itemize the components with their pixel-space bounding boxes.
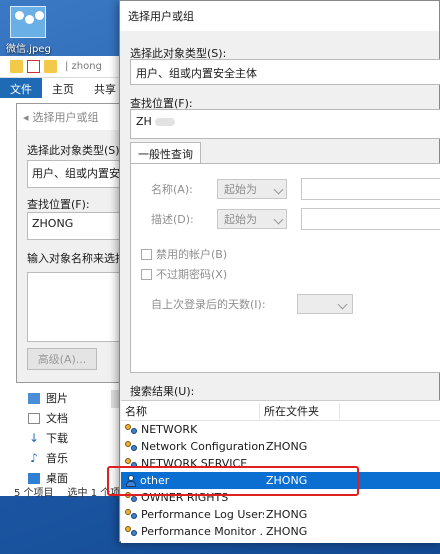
dialog-title: 选择用户或组	[32, 111, 99, 124]
description-label: 描述(D):	[151, 213, 194, 226]
location-label: 查找位置(F):	[27, 198, 90, 211]
no-expire-password-label: 不过期密码(X)	[156, 268, 228, 281]
nav-item-label: 图片	[46, 392, 68, 405]
window-path: | zhong	[65, 61, 102, 72]
name-operator-select[interactable]: 起始为	[217, 179, 287, 199]
result-name-cell: Performance Log Users	[121, 508, 264, 521]
result-name-cell: NETWORK	[121, 423, 264, 436]
location-field: ZHONG	[27, 212, 127, 240]
desktop-file-icon[interactable]: 微信.jpeg	[6, 6, 51, 55]
days-since-login-label: 自上次登录后的天数(I):	[151, 298, 266, 311]
select-users-dialog: 选择用户或组 选择此对象类型(S): 用户、组或内置安全主体 查找位置(F): …	[119, 0, 440, 543]
image-thumbnail-icon	[10, 6, 46, 38]
column-folder[interactable]: 所在文件夹	[260, 402, 340, 419]
nav-item-music[interactable]: ♪ 音乐	[28, 448, 68, 468]
pictures-icon	[28, 392, 40, 404]
results-header: 名称 所在文件夹	[121, 401, 440, 421]
tab-general-query[interactable]: 一般性查询	[130, 142, 201, 165]
result-row[interactable]: Performance Log Users ZHONG	[121, 506, 440, 523]
navigation-pane: 图片 文档 ↓ 下载 ♪ 音乐 桌面	[28, 388, 68, 488]
dialog-titlebar: ◂ 选择用户或组	[17, 104, 127, 130]
result-folder: ZHONG	[266, 525, 308, 538]
scrollbar[interactable]	[111, 390, 119, 408]
nav-item-label: 音乐	[46, 452, 68, 465]
chevron-down-icon	[273, 214, 284, 225]
disabled-accounts-checkbox[interactable]	[141, 248, 152, 260]
disabled-accounts-label: 禁用的帐户(B)	[156, 248, 228, 261]
nav-item-downloads[interactable]: ↓ 下载	[28, 428, 68, 448]
result-name: Performance Monitor ...	[141, 525, 264, 538]
documents-icon	[28, 412, 40, 424]
folder-icon[interactable]	[10, 60, 23, 73]
result-name: Performance Log Users	[141, 508, 264, 521]
location-value: ZH	[136, 115, 152, 128]
result-name-cell: Performance Monitor ...	[121, 525, 264, 538]
tab-home[interactable]: 主页	[42, 78, 84, 98]
back-select-users-dialog: ◂ 选择用户或组 选择此对象类型(S): 用户、组或内置安全主体 查找位置(F)…	[16, 103, 145, 383]
result-row[interactable]: Network Configuration... ZHONG	[121, 438, 440, 455]
query-tabs: 一般性查询	[130, 142, 201, 165]
nav-item-label: 文档	[46, 412, 68, 425]
dialog-title: 选择用户或组	[120, 1, 439, 31]
red-highlight-box	[107, 466, 359, 496]
new-folder-icon[interactable]	[44, 60, 57, 73]
result-row[interactable]: NETWORK	[121, 421, 440, 438]
name-input[interactable]	[301, 178, 440, 200]
chevron-down-icon	[337, 299, 348, 310]
name-row: 名称(A): 起始为	[151, 178, 440, 200]
ribbon-tabs: 文件 主页 共享	[0, 78, 129, 98]
group-icon	[125, 508, 138, 521]
advanced-button[interactable]: 高级(A)...	[27, 348, 97, 370]
blurred-text	[155, 118, 176, 126]
group-icon	[125, 423, 138, 436]
back-arrow-icon[interactable]: ◂	[23, 111, 29, 124]
result-folder: ZHONG	[266, 440, 308, 453]
quick-access-toolbar: | zhong	[0, 56, 129, 78]
query-panel: 名称(A): 起始为 描述(D): 起始为 禁用的帐户(B) 不过期密码(X) …	[130, 163, 440, 373]
chevron-down-icon	[273, 184, 284, 195]
object-type-field: 用户、组或内置安全主体	[130, 59, 440, 85]
no-expire-password-checkbox[interactable]	[141, 268, 152, 280]
result-name: NETWORK	[141, 423, 198, 436]
description-input[interactable]	[301, 208, 440, 230]
object-type-field: 用户、组或内置安全主体	[27, 160, 127, 188]
result-name: Network Configuration...	[141, 440, 264, 453]
music-note-icon: ♪	[30, 450, 38, 465]
properties-icon[interactable]	[27, 60, 40, 73]
tab-file[interactable]: 文件	[0, 78, 42, 98]
results-label: 搜索结果(U):	[130, 385, 195, 398]
nav-item-label: 下载	[46, 432, 68, 445]
nav-item-documents[interactable]: 文档	[28, 408, 68, 428]
name-label: 名称(A):	[151, 183, 193, 196]
disabled-accounts-row[interactable]: 禁用的帐户(B)	[141, 246, 227, 262]
nav-item-pictures[interactable]: 图片	[28, 388, 68, 408]
column-name[interactable]: 名称	[121, 402, 260, 419]
result-row[interactable]: Performance Monitor ... ZHONG	[121, 523, 440, 540]
desktop-icon	[28, 472, 40, 484]
result-folder: ZHONG	[266, 508, 308, 521]
download-arrow-icon: ↓	[28, 430, 40, 445]
object-type-label: 选择此对象类型(S):	[27, 144, 124, 157]
days-since-login-select[interactable]	[297, 294, 353, 314]
description-row: 描述(D): 起始为	[151, 208, 440, 230]
location-field: ZH	[130, 109, 440, 139]
status-item-count: 5 个项目	[14, 488, 54, 499]
object-names-input[interactable]	[27, 272, 127, 342]
no-expire-password-row[interactable]: 不过期密码(X)	[141, 266, 227, 282]
days-since-login-row: 自上次登录后的天数(I):	[151, 294, 353, 314]
group-icon	[125, 525, 138, 538]
description-operator-select[interactable]: 起始为	[217, 209, 287, 229]
desktop-file-label: 微信.jpeg	[6, 44, 51, 55]
result-name-cell: Network Configuration...	[121, 440, 264, 453]
group-icon	[125, 440, 138, 453]
